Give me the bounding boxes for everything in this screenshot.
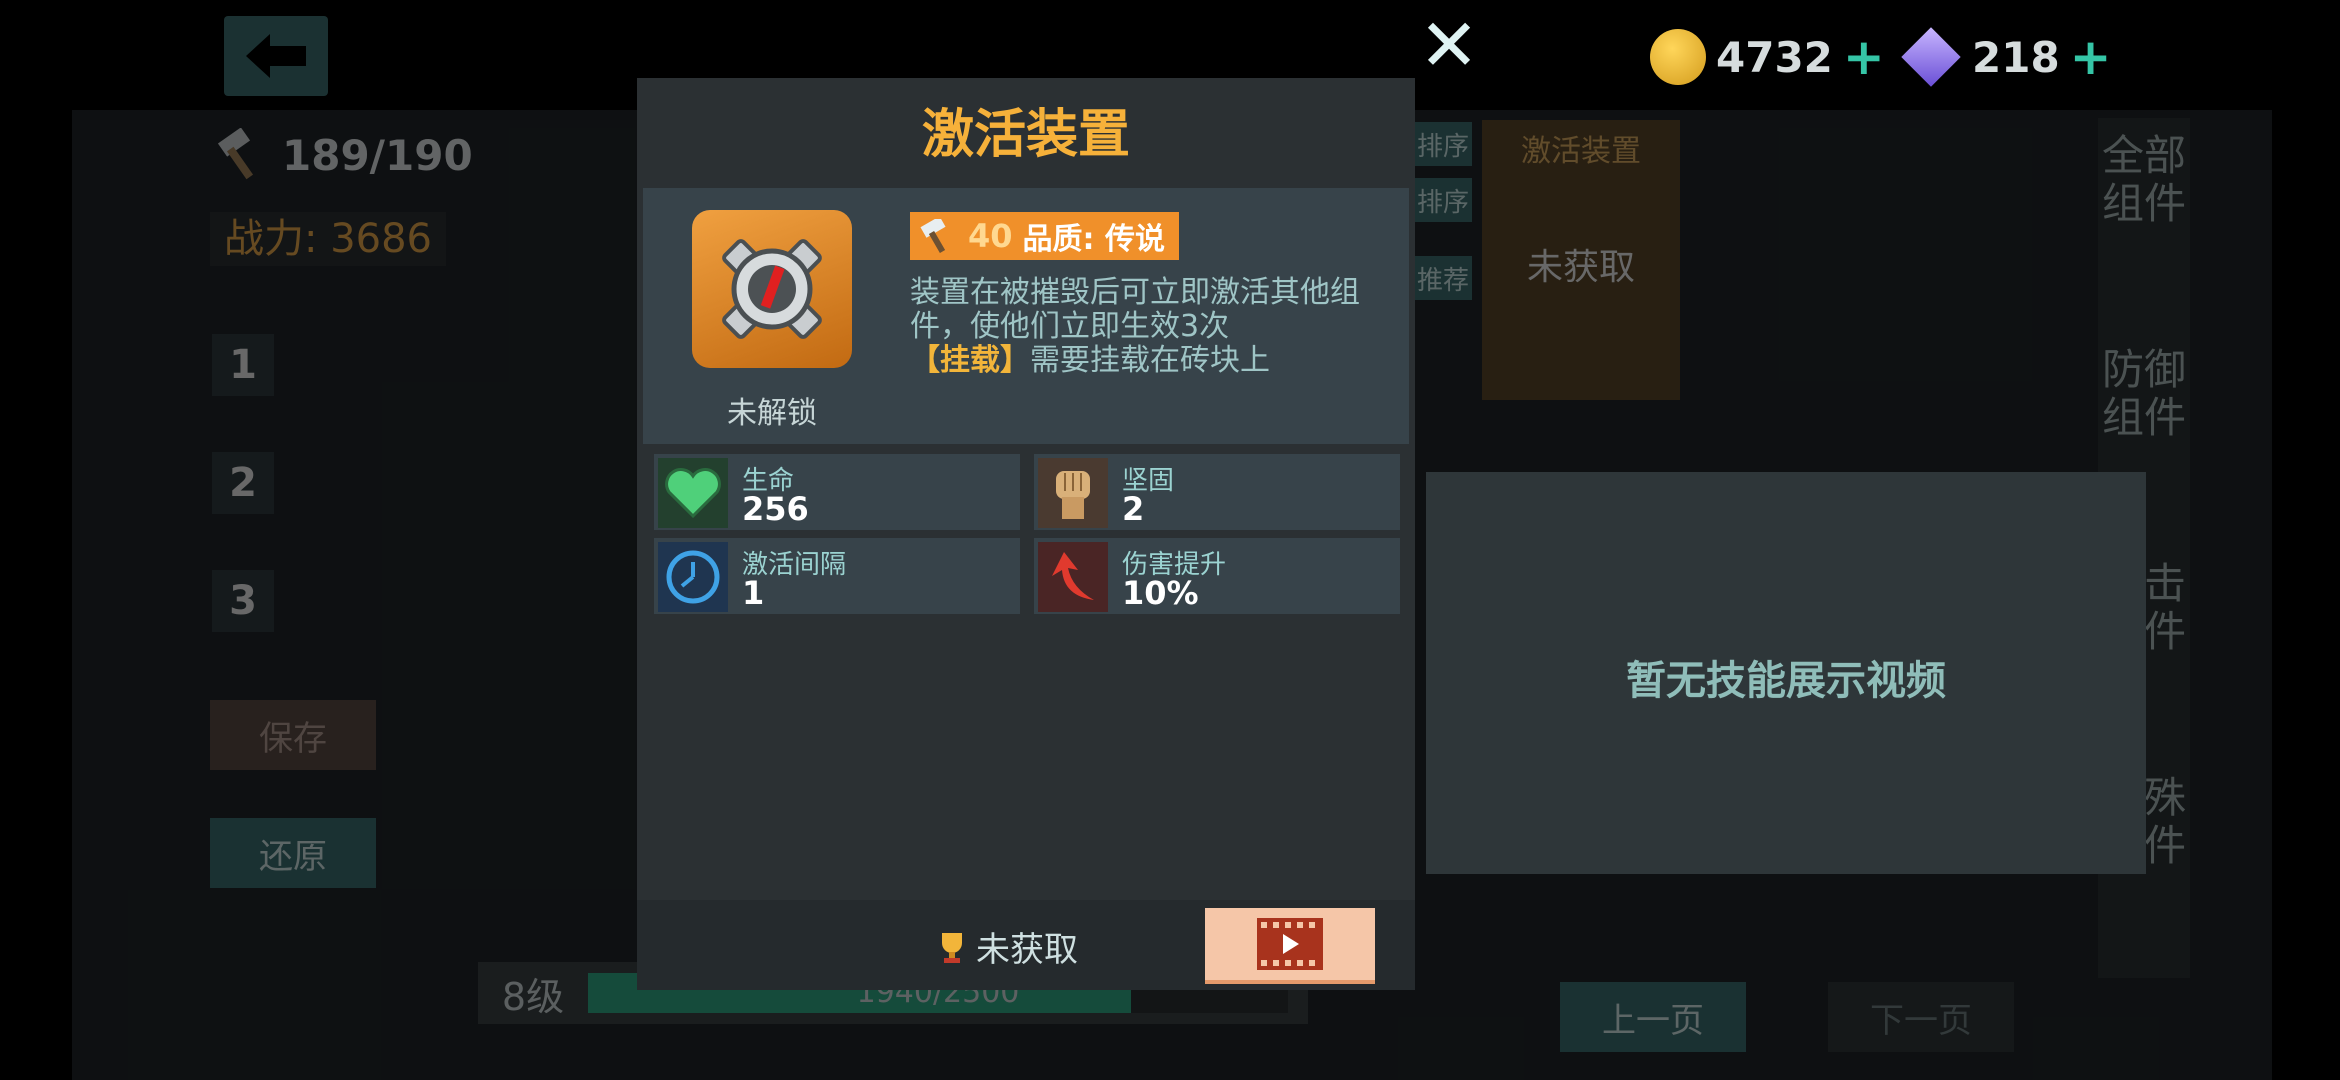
stat-value: 10% (1122, 574, 1199, 612)
gem-icon (1901, 27, 1961, 87)
mount-tag: 【挂载】 (910, 343, 1030, 378)
restore-button[interactable]: 还原 (210, 818, 376, 888)
recommend-button[interactable]: 推荐 (1414, 256, 1472, 300)
reward-status: 未获取 (934, 922, 1078, 971)
sort-button-2[interactable]: 排序 (1414, 178, 1472, 222)
no-video-text: 暂无技能展示视频 (1626, 658, 1946, 704)
hammer-icon (217, 128, 254, 180)
stat-health: 生命 256 (654, 454, 1020, 530)
coin-icon (1650, 29, 1706, 85)
gem-counter: 218 + (1900, 27, 2112, 87)
coin-amount: 4732 (1716, 32, 1833, 82)
fist-icon (1038, 458, 1108, 528)
slot-2[interactable]: 2 (212, 452, 274, 514)
close-button[interactable]: ✕ (1418, 9, 1480, 81)
save-button[interactable]: 保存 (210, 700, 376, 770)
add-coins-button[interactable]: + (1843, 28, 1885, 86)
mount-text: 需要挂载在砖块上 (1030, 343, 1270, 378)
watch-video-button[interactable] (1205, 908, 1375, 984)
slot-1[interactable]: 1 (212, 334, 274, 396)
slot-3[interactable]: 3 (212, 570, 274, 632)
hammer-icon (920, 219, 946, 253)
back-arrow-icon (246, 34, 306, 78)
hammer-counter: 189/190 (214, 128, 473, 182)
add-gems-button[interactable]: + (2070, 28, 2112, 86)
activator-device-icon (722, 239, 822, 339)
sort-button-1[interactable]: 排序 (1414, 122, 1472, 166)
component-card-state: 未获取 (1526, 247, 1635, 288)
mount-info: 【挂载】需要挂载在砖块上 (910, 344, 1380, 378)
stat-value: 2 (1122, 490, 1145, 528)
next-page-button[interactable]: 下一页 (1828, 982, 2014, 1052)
component-description: 装置在被摧毁后可立即激活其他组件，使他们立即生效3次 【挂载】需要挂载在砖块上 (910, 276, 1380, 378)
tab-defense-components[interactable]: 防御组件 (2098, 346, 2190, 442)
lock-status: 未解锁 (727, 396, 817, 431)
quality-badge: 40 品质: 传说 (910, 212, 1179, 260)
stat-value: 1 (742, 574, 765, 612)
trophy-icon (942, 932, 962, 963)
arrow-up-icon (1038, 542, 1108, 612)
film-play-icon (1257, 918, 1323, 970)
prev-page-button[interactable]: 上一页 (1560, 982, 1746, 1052)
reward-status-text: 未获取 (976, 930, 1078, 970)
stat-damage-boost: 伤害提升 10% (1034, 538, 1400, 614)
component-card-title: 激活装置 (1521, 134, 1641, 169)
stat-activation-interval: 激活间隔 1 (654, 538, 1020, 614)
quality-label: 品质: 传说 (1022, 222, 1165, 257)
gem-amount: 218 (1972, 32, 2060, 82)
hammer-count-text: 189/190 (282, 130, 473, 180)
heart-icon (658, 458, 728, 528)
back-button[interactable] (224, 16, 328, 96)
description-text: 装置在被摧毁后可立即激活其他组件，使他们立即生效3次 (910, 275, 1360, 344)
stat-value: 256 (742, 490, 809, 528)
coin-counter: 4732 + (1650, 28, 1885, 86)
modal-title: 激活装置 (921, 105, 1130, 165)
quality-level: 40 (968, 217, 1013, 255)
tab-all-components[interactable]: 全部组件 (2098, 132, 2190, 228)
stat-sturdiness: 坚固 2 (1034, 454, 1400, 530)
clock-icon (658, 542, 728, 612)
power-label: 战力: 3686 (210, 212, 446, 266)
level-label: 8级 (501, 974, 565, 1019)
component-icon (692, 210, 852, 368)
